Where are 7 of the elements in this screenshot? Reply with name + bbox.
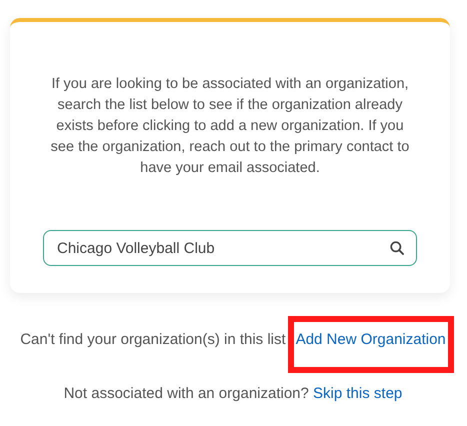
prompt-text: Not associated with an organization? xyxy=(64,384,309,402)
prompt-text: Can't find your organization(s) in this list xyxy=(20,331,286,348)
add-organization-link[interactable]: Add New Organization xyxy=(296,331,446,348)
search-icon xyxy=(390,241,404,255)
search-field[interactable]: Chicago Volleyball Club xyxy=(43,230,417,266)
skip-link[interactable]: Skip this step xyxy=(313,384,402,402)
intro-text: If you are looking to be associated with an organization, search the list below to see if the organization already exists before clicking to add a new organization. If you see the organization, reach out to the primary contact to have your email associated. xyxy=(50,75,410,178)
